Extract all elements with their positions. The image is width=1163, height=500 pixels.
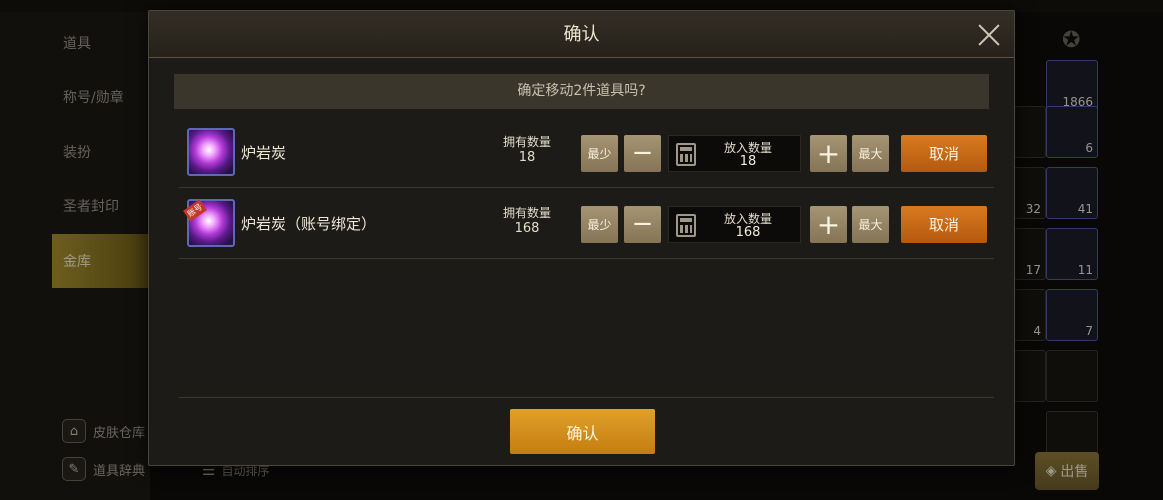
dialog-title: 确认 [563, 24, 600, 45]
calculator-icon[interactable] [676, 143, 696, 166]
owned-label: 拥有数量 [502, 135, 551, 149]
owned-label: 拥有数量 [502, 206, 551, 220]
cancel-button[interactable]: 取消 [901, 135, 987, 172]
lava-coal-icon [187, 128, 235, 176]
calculator-icon[interactable] [676, 214, 696, 237]
item-name: 炉岩炭 [241, 144, 287, 162]
decrement-button[interactable]: − [624, 135, 661, 172]
owned-quantity: 拥有数量 168 [497, 205, 557, 237]
confirm-move-dialog: 确认 确定移动2件道具吗? 炉岩炭 拥有数量 18 最少 − 放入数量 18 +… [148, 10, 1015, 466]
close-icon[interactable] [976, 22, 1002, 48]
increment-button[interactable]: + [810, 206, 847, 243]
lava-coal-bound-icon [187, 199, 235, 247]
min-button[interactable]: 最少 [581, 206, 618, 243]
owned-value: 18 [518, 150, 536, 165]
max-button[interactable]: 最大 [852, 135, 889, 172]
footer-divider [179, 397, 994, 398]
min-button[interactable]: 最少 [581, 135, 618, 172]
cancel-button[interactable]: 取消 [901, 206, 987, 243]
quantity-input[interactable]: 放入数量 168 [668, 206, 801, 243]
owned-quantity: 拥有数量 18 [497, 134, 557, 166]
quantity-value: 168 [735, 225, 761, 240]
quantity-value: 18 [739, 154, 757, 169]
max-button[interactable]: 最大 [852, 206, 889, 243]
item-name: 炉岩炭（账号绑定） [241, 215, 377, 233]
decrement-button[interactable]: − [624, 206, 661, 243]
item-row: 炉岩炭 拥有数量 18 最少 − 放入数量 18 + 最大 取消 [179, 118, 994, 188]
increment-button[interactable]: + [810, 135, 847, 172]
item-row: 炉岩炭（账号绑定） 拥有数量 168 最少 − 放入数量 168 + 最大 取消 [179, 189, 994, 259]
confirm-button[interactable]: 确认 [510, 409, 655, 454]
quantity-input[interactable]: 放入数量 18 [668, 135, 801, 172]
dialog-header: 确认 [149, 11, 1014, 58]
confirm-question: 确定移动2件道具吗? [174, 74, 989, 109]
owned-value: 168 [514, 221, 540, 236]
